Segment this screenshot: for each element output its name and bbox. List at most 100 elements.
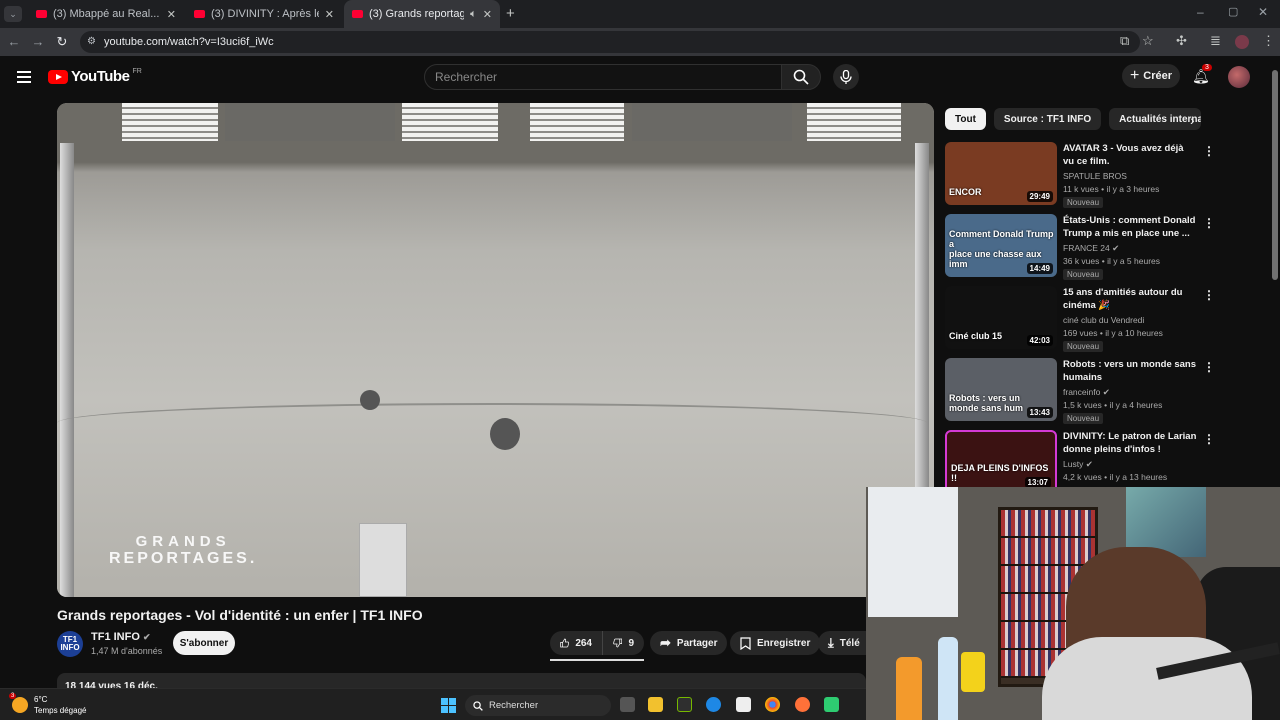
video-thumbnail[interactable]: Comment Donald Trump a place une chasse … — [945, 214, 1057, 277]
address-bar[interactable]: ⚙ youtube.com/watch?v=I3uci6f_iWc — [80, 31, 1140, 53]
extensions-icon[interactable]: ✣ — [1176, 33, 1187, 49]
youtube-favicon-icon — [36, 10, 47, 18]
recommendation-title[interactable]: Robots : vers un monde sans humains — [1063, 358, 1197, 384]
store-icon[interactable] — [736, 697, 751, 712]
share-button[interactable]: ➦ Partager — [650, 631, 728, 655]
recommendation-channel-row[interactable]: ciné club du Vendredi — [1063, 315, 1144, 325]
recommendation-channel: franceinfo — [1063, 387, 1101, 397]
forward-arrow-icon[interactable]: → — [26, 34, 50, 49]
new-badge: Nouveau — [1063, 413, 1104, 424]
recommendation-channel-row[interactable]: Lusty ✔ — [1063, 459, 1093, 470]
chip-international[interactable]: Actualités internatio — [1109, 108, 1202, 130]
like-count: 264 — [575, 637, 592, 649]
save-label: Enregistrer — [757, 637, 811, 649]
page-scrollbar[interactable] — [1272, 70, 1278, 280]
recommendation-title[interactable]: DIVINITY: Le patron de Larian donne plei… — [1063, 430, 1197, 456]
video-player[interactable]: GRANDS REPORTAGES. — [57, 103, 934, 597]
create-label: Créer — [1143, 70, 1173, 82]
firefox-icon[interactable] — [795, 697, 810, 712]
more-options-icon[interactable]: ⋮ — [1203, 360, 1215, 374]
cast-icon[interactable]: ⧉ — [1120, 33, 1129, 49]
temperature: 6°C — [34, 695, 48, 704]
dislike-button[interactable]: 9 — [602, 631, 644, 655]
video-thumbnail[interactable]: Ciné club 15 42:03 — [945, 286, 1057, 349]
weather-widget[interactable]: 3 6°C Temps dégagé — [9, 693, 86, 716]
recommendation-title[interactable]: États-Unis : comment Donald Trump a mis … — [1063, 214, 1197, 240]
recommendation-card[interactable]: ENCOR 29:49 AVATAR 3 - Vous avez déjà vu c… — [945, 142, 1265, 210]
edge-icon[interactable] — [706, 697, 721, 712]
chip-all[interactable]: Tout — [945, 108, 986, 130]
youtube-logo[interactable]: YouTube FR — [48, 68, 142, 85]
maximize-icon[interactable]: ▢ — [1228, 5, 1238, 18]
more-options-icon[interactable]: ⋮ — [1203, 288, 1215, 302]
task-view-icon[interactable] — [620, 697, 635, 712]
webcam-jar — [961, 652, 985, 692]
save-button[interactable]: Enregistrer — [730, 631, 821, 655]
country-code: FR — [132, 68, 142, 75]
close-tab-icon[interactable]: ✕ — [325, 8, 334, 21]
chevron-right-icon[interactable]: › — [1190, 112, 1195, 128]
new-tab-plus-icon[interactable]: + — [506, 5, 515, 22]
like-button[interactable]: 264 — [550, 631, 602, 655]
file-explorer-icon[interactable] — [648, 697, 663, 712]
recommendation-channel-row[interactable]: SPATULE BROS — [1063, 171, 1127, 181]
browser-tab-2[interactable]: (3) DIVINITY : Après le trailer, L ✕ — [186, 0, 342, 28]
nvidia-icon[interactable] — [677, 697, 692, 712]
download-button[interactable]: ⤓ Télé — [818, 631, 866, 655]
app-icon[interactable] — [824, 697, 839, 712]
create-button[interactable]: + Créer — [1122, 64, 1180, 88]
browser-tab-1[interactable]: (3) Mbappé au Real... touché p ✕ — [28, 0, 184, 28]
channel-name-row[interactable]: TF1 INFO ✔ — [91, 631, 151, 643]
more-options-icon[interactable]: ⋮ — [1203, 432, 1215, 446]
profile-avatar[interactable] — [1235, 35, 1249, 49]
recommendation-card[interactable]: Ciné club 15 42:03 15 ans d'amitiés autour… — [945, 286, 1265, 354]
bookmark-star-icon[interactable]: ☆ — [1142, 33, 1154, 49]
new-badge: Nouveau — [1063, 197, 1104, 208]
video-shutter — [402, 103, 498, 141]
notifications-button[interactable]: 🔔︎ 3 — [1192, 64, 1212, 85]
recommendation-channel-row[interactable]: FRANCE 24 ✔ — [1063, 243, 1119, 254]
thumbs-down-icon — [613, 638, 623, 648]
reading-list-icon[interactable]: ≣ — [1210, 33, 1221, 49]
recommendation-card[interactable]: Robots : vers un monde sans hum 13:43 Robo… — [945, 358, 1265, 426]
browser-toolbar: ← → ↻ ⚙ youtube.com/watch?v=I3uci6f_iWc … — [0, 28, 1280, 56]
more-options-icon[interactable]: ⋮ — [1203, 144, 1215, 158]
filter-chips: Tout Source : TF1 INFO Actualités intern… — [945, 108, 1202, 130]
chrome-menu-icon[interactable]: ⋮ — [1262, 33, 1275, 49]
recommendation-card[interactable]: Comment Donald Trump a place une chasse … — [945, 214, 1265, 282]
brand-line2: REPORTAGES. — [109, 550, 258, 567]
reload-icon[interactable]: ↻ — [50, 34, 74, 50]
account-avatar[interactable] — [1228, 66, 1250, 88]
channel-avatar[interactable]: TF1 INFO — [57, 631, 83, 657]
video-window — [225, 103, 395, 141]
browser-tab-3-active[interactable]: (3) Grands reportages - Vol 🔈︎ ✕ — [344, 0, 500, 28]
menu-hamburger-icon[interactable] — [17, 71, 31, 83]
recommendation-title[interactable]: AVATAR 3 - Vous avez déjà vu ce film. — [1063, 142, 1197, 168]
search-input[interactable]: Rechercher — [424, 64, 782, 90]
search-button[interactable] — [781, 64, 821, 90]
youtube-header: YouTube FR Rechercher + Créer 🔔︎ 3 — [0, 56, 1280, 98]
recommendation-meta: 169 vues • il y a 10 heures — [1063, 328, 1163, 338]
more-options-icon[interactable]: ⋮ — [1203, 216, 1215, 230]
recommendation-channel-row[interactable]: franceinfo ✔ — [1063, 387, 1110, 398]
voice-search-button[interactable] — [833, 64, 859, 90]
video-thumbnail[interactable]: Robots : vers un monde sans hum 13:43 — [945, 358, 1057, 421]
channel-logo-text: TF1 INFO — [60, 635, 80, 652]
subscribe-button[interactable]: S'abonner — [173, 631, 235, 655]
close-window-icon[interactable]: ✕ — [1258, 5, 1268, 19]
tab-search-chevron-icon[interactable]: ⌄ — [4, 6, 22, 22]
back-arrow-icon[interactable]: ← — [2, 34, 26, 49]
video-thumbnail[interactable]: ENCOR 29:49 — [945, 142, 1057, 205]
minimize-icon[interactable]: – — [1197, 5, 1204, 19]
close-tab-icon[interactable]: ✕ — [167, 8, 176, 21]
video-meter-box — [359, 523, 407, 597]
chip-source[interactable]: Source : TF1 INFO — [993, 108, 1102, 130]
windows-start-icon[interactable] — [441, 698, 456, 713]
speaker-icon[interactable]: 🔈︎ — [470, 8, 477, 21]
recommendation-title[interactable]: 15 ans d'amitiés autour du cinéma 🎉 — [1063, 286, 1197, 312]
close-tab-icon[interactable]: ✕ — [483, 8, 492, 21]
taskbar-search[interactable]: Rechercher — [465, 695, 611, 716]
site-info-icon[interactable]: ⚙ — [87, 36, 96, 47]
chrome-icon[interactable] — [765, 697, 780, 712]
video-thumbnail[interactable]: DEJA PLEINS D'INFOS !! 13:07 — [945, 430, 1057, 493]
